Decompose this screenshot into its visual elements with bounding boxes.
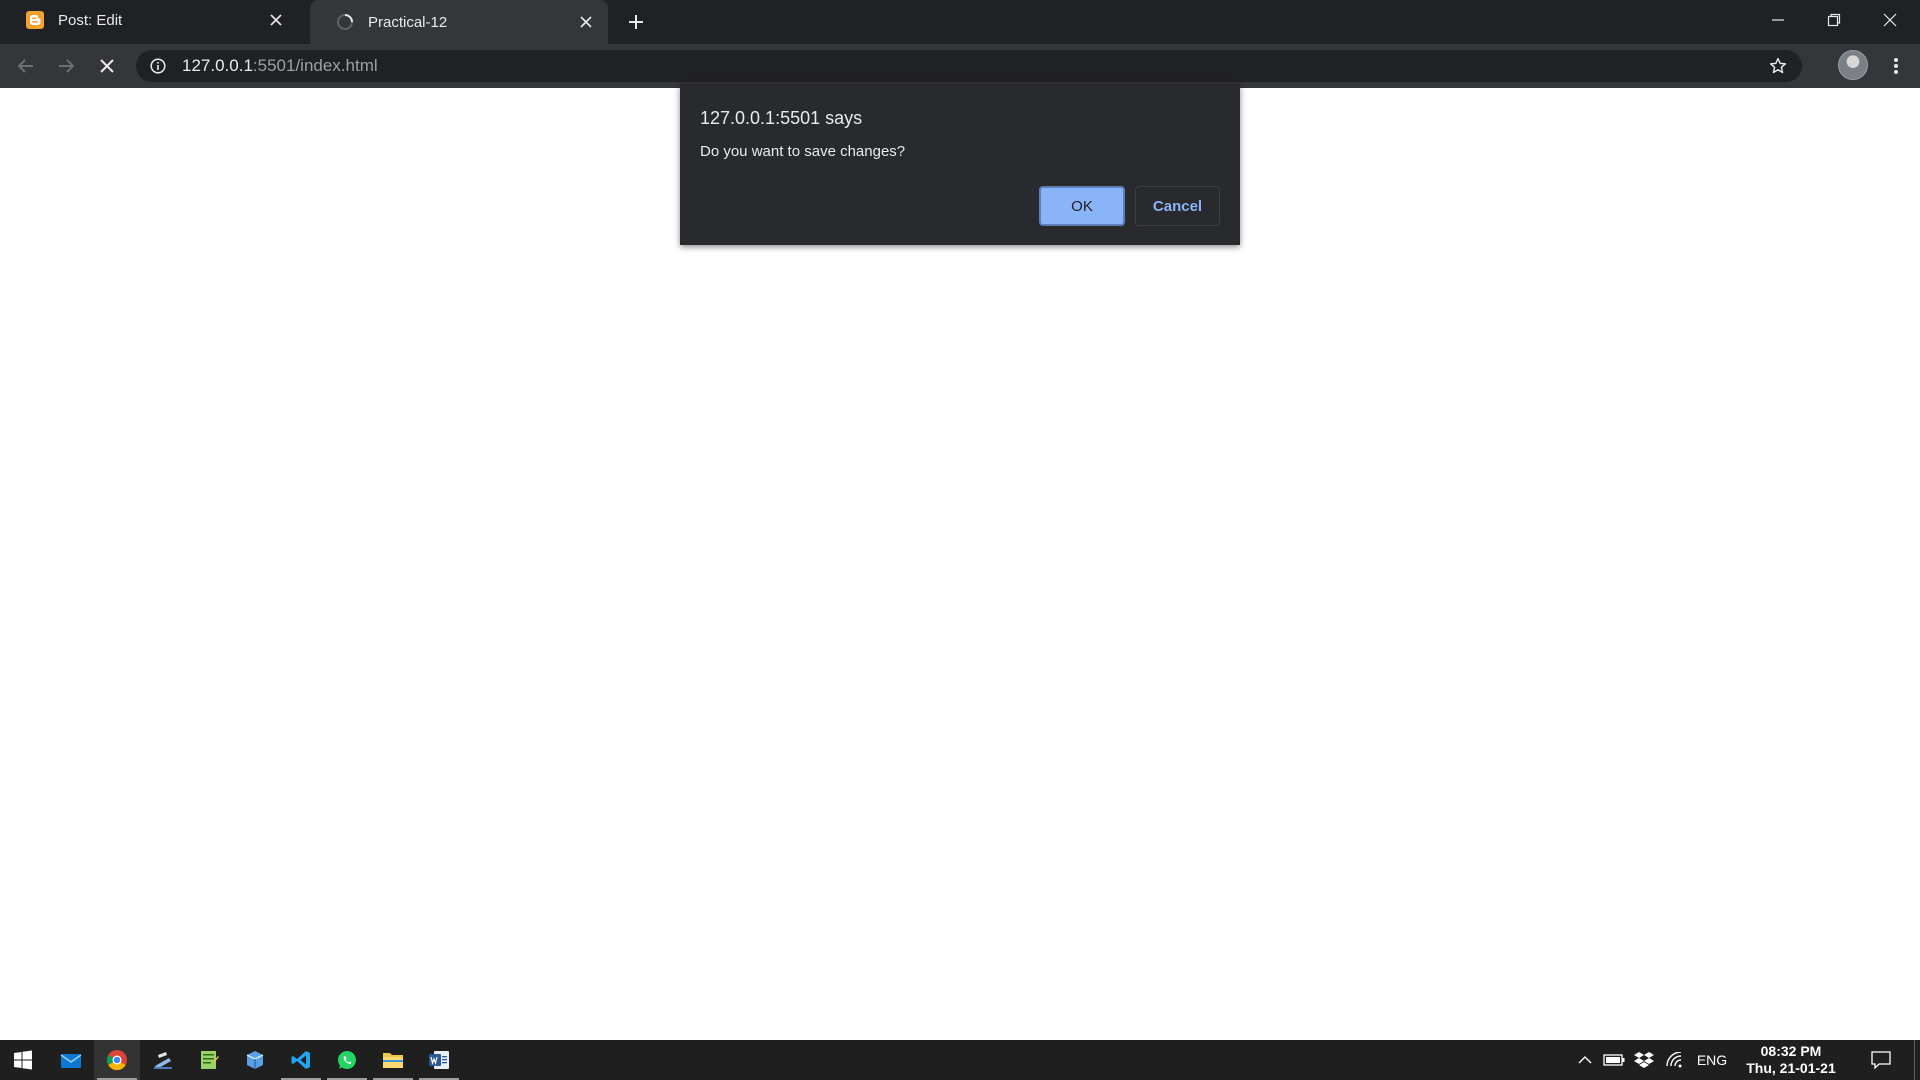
word-app[interactable] [416, 1040, 462, 1080]
more-vert-icon [1894, 58, 1898, 74]
restore-icon [1827, 13, 1841, 27]
close-icon[interactable] [266, 10, 286, 30]
alert-dialog: 127.0.0.1:5501 says Do you want to save … [680, 84, 1240, 245]
show-hidden-icons-button[interactable] [1574, 1040, 1596, 1080]
menu-button[interactable] [1880, 50, 1912, 82]
tab-title: Practical-12 [368, 13, 448, 31]
battery-status[interactable] [1602, 1040, 1626, 1080]
chevron-up-icon [1578, 1056, 1592, 1064]
vscode-icon [291, 1051, 310, 1069]
ok-button[interactable]: OK [1039, 186, 1125, 226]
notepad-icon [201, 1051, 219, 1069]
dropbox-icon [1634, 1052, 1654, 1068]
address-bar[interactable]: 127.0.0.1:5501/index.html [136, 50, 1802, 82]
tab-title: Post: Edit [58, 11, 123, 29]
box-icon [246, 1051, 264, 1069]
word-icon [429, 1051, 449, 1069]
cancel-button[interactable]: Cancel [1135, 186, 1220, 226]
url-host: 127.0.0.1 [182, 56, 253, 75]
wifi-icon [1666, 1052, 1682, 1068]
blogger-icon [26, 11, 44, 29]
whatsapp-app[interactable] [324, 1040, 370, 1080]
arrow-right-icon [59, 59, 75, 73]
arrow-left-icon [17, 59, 33, 73]
new-tab-button[interactable] [622, 8, 650, 36]
minimize-icon [1772, 19, 1784, 21]
notepad-app[interactable] [186, 1040, 232, 1080]
show-desktop-button[interactable] [1914, 1040, 1920, 1080]
vscode-app[interactable] [278, 1040, 324, 1080]
profile-avatar[interactable] [1838, 50, 1868, 80]
system-clock[interactable]: 08:32 PM Thu, 21-01-21 [1736, 1043, 1846, 1077]
restore-button[interactable] [1806, 0, 1862, 40]
dialog-message: Do you want to save changes? [700, 143, 906, 160]
windows-taskbar: ENG 08:32 PM Thu, 21-01-21 [0, 1040, 1920, 1080]
tool-app[interactable] [140, 1040, 186, 1080]
url-text: 127.0.0.1:5501/index.html [182, 56, 378, 76]
action-center-button[interactable] [1864, 1040, 1898, 1080]
clock-date: Thu, 21-01-21 [1746, 1060, 1836, 1076]
forward-button[interactable] [50, 50, 82, 82]
loading-spinner-icon [336, 13, 354, 31]
dropbox-status[interactable] [1632, 1040, 1656, 1080]
dialog-title: 127.0.0.1:5501 says [700, 108, 863, 128]
tab-practical-12[interactable]: Practical-12 [310, 0, 608, 44]
box-app[interactable] [232, 1040, 278, 1080]
plus-icon [629, 15, 643, 29]
close-icon [100, 59, 114, 73]
notification-icon [1871, 1051, 1891, 1069]
url-path: :5501/index.html [252, 56, 378, 75]
battery-icon [1603, 1054, 1625, 1066]
bookmark-star-icon[interactable] [1768, 56, 1788, 76]
tool-icon [154, 1052, 172, 1069]
back-button[interactable] [10, 50, 42, 82]
browser-toolbar: 127.0.0.1:5501/index.html [0, 44, 1920, 88]
chrome-icon [106, 1050, 127, 1071]
file-explorer-icon [383, 1053, 403, 1068]
tab-post-edit[interactable]: Post: Edit [0, 0, 298, 40]
start-button[interactable] [0, 1040, 46, 1080]
wifi-status[interactable] [1662, 1040, 1688, 1080]
minimize-button[interactable] [1750, 0, 1806, 40]
stop-loading-button[interactable] [91, 50, 123, 82]
start-icon [14, 1050, 32, 1070]
file-explorer-app[interactable] [370, 1040, 416, 1080]
close-icon [1883, 13, 1897, 27]
close-window-button[interactable] [1862, 0, 1918, 40]
mail-app[interactable] [48, 1040, 94, 1080]
info-icon[interactable] [148, 56, 168, 76]
close-icon[interactable] [576, 12, 596, 32]
language-indicator[interactable]: ENG [1692, 1040, 1732, 1080]
whatsapp-icon [338, 1051, 356, 1069]
tab-strip: Post: Edit Practical-12 [0, 0, 1920, 44]
clock-time: 08:32 PM [1760, 1043, 1822, 1059]
mail-icon [60, 1054, 82, 1068]
chrome-app[interactable] [94, 1040, 140, 1080]
